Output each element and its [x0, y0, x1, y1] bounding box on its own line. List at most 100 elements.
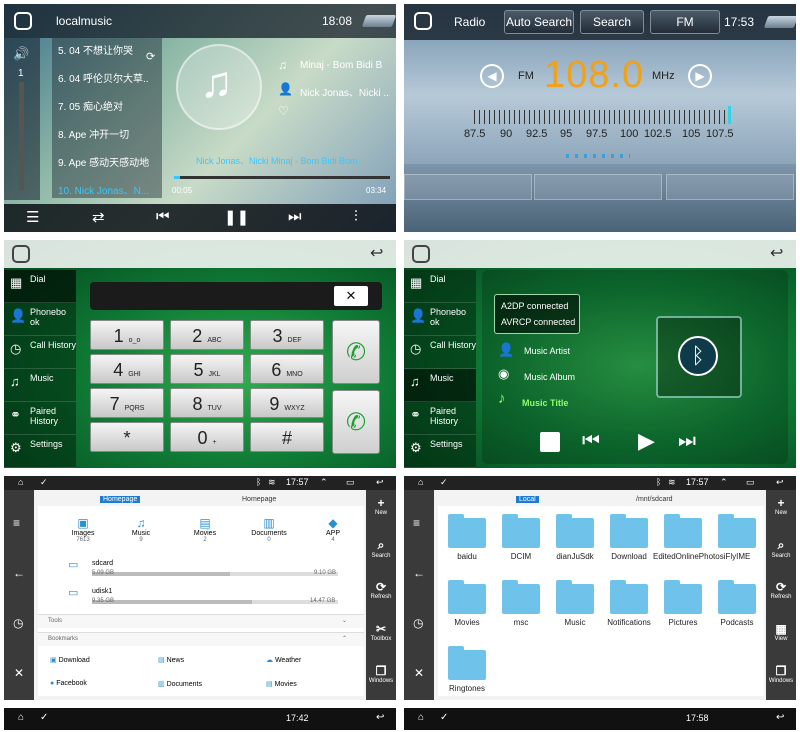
bookmark-movies[interactable]: ▤ Movies: [266, 680, 297, 688]
keypad-key[interactable]: 2 ABC: [170, 320, 244, 350]
play-icon[interactable]: ▶: [638, 428, 655, 454]
drive-name[interactable]: sdcard: [92, 560, 113, 567]
folder-label[interactable]: DCIM: [491, 552, 551, 561]
folder-label[interactable]: dianJuSdk: [545, 552, 605, 561]
keypad-key[interactable]: 1 o_o: [90, 320, 164, 350]
home-icon[interactable]: ⌂: [418, 712, 424, 723]
folder-label[interactable]: baidu: [437, 552, 497, 561]
keypad-key[interactable]: 4 GHI: [90, 354, 164, 384]
folder-icon[interactable]: [556, 514, 594, 548]
back-icon[interactable]: ↩: [770, 243, 783, 263]
new-button[interactable]: + New: [366, 490, 396, 532]
stop-icon[interactable]: [540, 432, 560, 452]
back-icon[interactable]: ↩: [776, 712, 784, 723]
folder-icon[interactable]: [448, 580, 486, 614]
home-icon[interactable]: [412, 245, 430, 263]
sidebar-item-phonebook[interactable]: 👤 Phonebo ok: [404, 303, 476, 336]
folder-label[interactable]: Music: [545, 618, 605, 627]
back-icon[interactable]: ↩: [376, 712, 384, 723]
list-item[interactable]: 8. Ape 冲开一切: [52, 122, 162, 150]
up-icon[interactable]: ⌃: [720, 477, 728, 488]
sidebar-item-dial[interactable]: ▦ Dial: [4, 270, 76, 303]
new-button[interactable]: + New: [766, 490, 796, 532]
number-display[interactable]: ✕: [90, 282, 382, 310]
next-icon[interactable]: ⏭: [288, 208, 302, 225]
search-button[interactable]: ⌕ Search: [366, 532, 396, 574]
sidebar-item-settings[interactable]: ⚙ Settings: [4, 435, 76, 468]
category-movies[interactable]: ▤ Movies 2: [180, 516, 230, 543]
sidebar-item-call-history[interactable]: ◷ Call History: [404, 336, 476, 369]
folder-icon[interactable]: [448, 646, 486, 680]
repeat-icon[interactable]: ⟳: [146, 50, 155, 63]
category-music[interactable]: ♫ Music 9: [116, 516, 166, 543]
folder-label[interactable]: msc: [491, 618, 551, 627]
call-button[interactable]: ✆: [332, 320, 380, 384]
drive-name[interactable]: udisk1: [92, 588, 112, 595]
shuffle-icon[interactable]: ⇄: [92, 208, 105, 226]
back-arrow-icon[interactable]: ←: [413, 566, 425, 580]
close-icon[interactable]: ✕: [414, 666, 424, 680]
folder-icon[interactable]: [610, 580, 648, 614]
preset-slot[interactable]: [534, 174, 662, 200]
home-icon[interactable]: ⌂: [18, 712, 24, 723]
folder-icon[interactable]: [502, 580, 540, 614]
folder-icon[interactable]: [448, 514, 486, 548]
keypad-key[interactable]: 3 DEF: [250, 320, 324, 350]
category-app[interactable]: ◆ APP 4: [308, 516, 358, 543]
keypad-key[interactable]: 0 +: [170, 422, 244, 452]
folder-label[interactable]: Pictures: [653, 618, 713, 627]
folder-label[interactable]: EditedOnlinePhotos: [653, 552, 724, 561]
back-arrow-icon[interactable]: ←: [13, 566, 25, 580]
bookmarks-section[interactable]: Bookmarks ⌃: [38, 632, 364, 646]
tools-section[interactable]: Tools ⌄: [38, 614, 364, 628]
recent-icon[interactable]: ▭: [346, 477, 355, 488]
folder-icon[interactable]: [718, 514, 756, 548]
refresh-button[interactable]: ⟳ Refresh: [366, 574, 396, 616]
keypad-key[interactable]: 9 WXYZ: [250, 388, 324, 418]
next-icon[interactable]: ⏭: [678, 430, 696, 453]
bookmark-documents[interactable]: ▥ Documents: [158, 680, 202, 688]
folder-icon[interactable]: [718, 580, 756, 614]
bookmark-weather[interactable]: ☁ Weather: [266, 656, 301, 664]
sidebar-item-settings[interactable]: ⚙ Settings: [404, 435, 476, 468]
history-icon[interactable]: ◷: [13, 616, 23, 630]
search-button[interactable]: ⌕ Search: [766, 532, 796, 574]
folder-icon[interactable]: [664, 580, 702, 614]
sidebar-item-paired-history[interactable]: ⚭ Paired History: [4, 402, 76, 435]
folder-label[interactable]: Movies: [437, 618, 497, 627]
back-icon[interactable]: [763, 16, 796, 28]
previous-icon[interactable]: ⏮: [582, 430, 600, 453]
history-icon[interactable]: ◷: [413, 616, 423, 630]
refresh-button[interactable]: ⟳ Refresh: [766, 574, 796, 616]
sidebar-item-call-history[interactable]: ◷ Call History: [4, 336, 76, 369]
home-icon[interactable]: ⌂: [18, 477, 23, 487]
folder-icon[interactable]: [556, 580, 594, 614]
volume-slider[interactable]: [19, 82, 24, 190]
windows-button[interactable]: ❐ Windows: [766, 658, 796, 700]
tab-homepage[interactable]: Homepage: [100, 496, 141, 503]
menu-icon[interactable]: ≡: [413, 516, 420, 530]
menu-icon[interactable]: ≡: [13, 516, 20, 530]
folder-icon[interactable]: [664, 514, 702, 548]
folder-label[interactable]: Notifications: [599, 618, 659, 627]
folder-label[interactable]: Download: [599, 552, 659, 561]
auto-search-button[interactable]: Auto Search: [504, 10, 574, 34]
progress-bar[interactable]: [174, 176, 390, 179]
sidebar-item-paired-history[interactable]: ⚭ Paired History: [404, 402, 476, 435]
search-button[interactable]: Search: [580, 10, 644, 34]
back-icon[interactable]: [361, 15, 396, 27]
preset-slot[interactable]: [666, 174, 794, 200]
heart-icon[interactable]: ♡: [278, 104, 289, 118]
keypad-key[interactable]: 8 TUV: [170, 388, 244, 418]
pause-icon[interactable]: ❚❚: [224, 208, 249, 226]
playlist-icon[interactable]: ☰: [26, 208, 39, 226]
home-icon[interactable]: [414, 12, 432, 30]
keypad-key[interactable]: 7 PQRS: [90, 388, 164, 418]
windows-button[interactable]: ❐ Windows: [366, 658, 396, 700]
sidebar-item-music[interactable]: ♫ Music: [4, 369, 76, 402]
category-images[interactable]: ▣ Images 7613: [58, 516, 108, 543]
bookmark-facebook[interactable]: ● Facebook: [50, 680, 87, 687]
sidebar-item-music[interactable]: ♫ Music: [404, 369, 476, 402]
keypad-key[interactable]: 6 MNO: [250, 354, 324, 384]
folder-icon[interactable]: [610, 514, 648, 548]
